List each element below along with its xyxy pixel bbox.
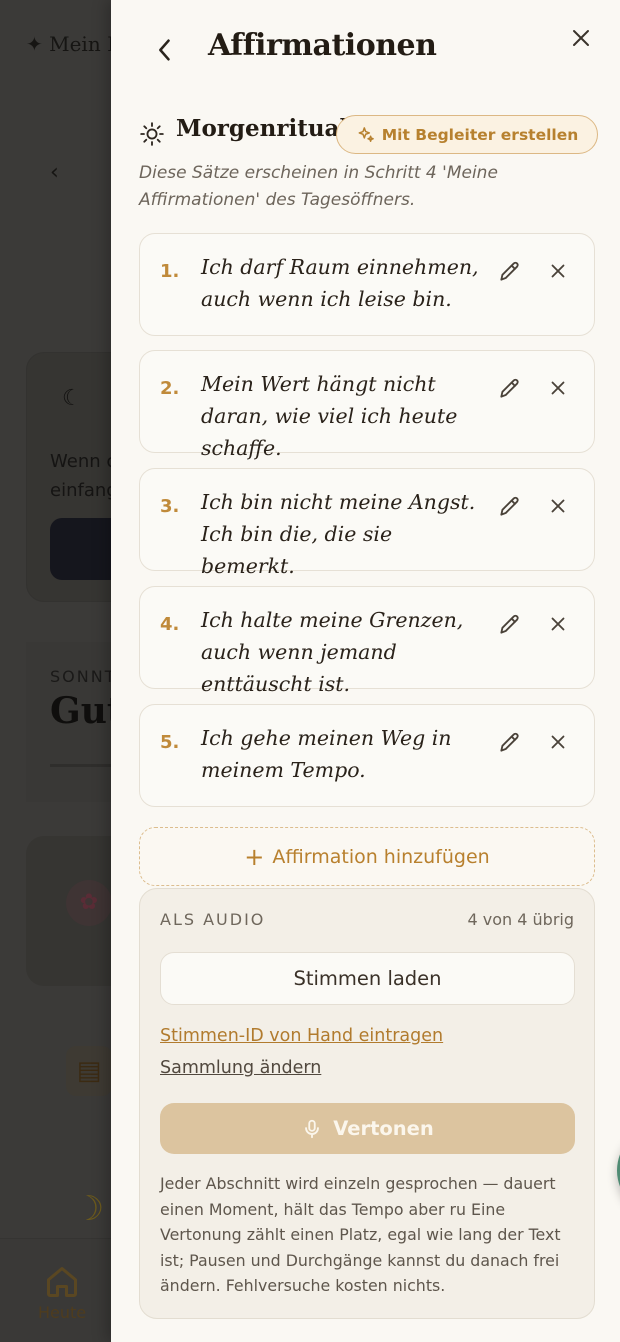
plus-icon: + <box>244 842 265 871</box>
add-affirmation-button[interactable]: + Affirmation hinzufügen <box>139 827 595 886</box>
create-with-companion-button[interactable]: Mit Begleiter erstellen <box>336 115 598 154</box>
delete-x-icon[interactable] <box>547 260 569 282</box>
audio-label: ALS AUDIO <box>160 910 266 929</box>
moon-icon: ☾ <box>62 386 82 411</box>
affirmation-card: 5. Ich gehe meinen Weg in meinem Tempo. <box>139 704 595 807</box>
affirmation-text: Ich darf Raum einnehmen, auch wenn ich l… <box>201 255 479 311</box>
affirmation-number: 2. <box>160 378 180 399</box>
affirmation-card: 3. Ich bin nicht meine Angst. Ich bin di… <box>139 468 595 578</box>
app-header-title: ✦ Mein I <box>26 32 115 56</box>
affirmation-text: Ich bin nicht meine Angst. Ich bin die, … <box>201 490 476 578</box>
moon-icon: ☽ <box>73 1189 105 1229</box>
background-card-text: Wenn c einfang <box>50 451 118 501</box>
background-back-icon: ‹ <box>50 160 59 185</box>
audio-card: ALS AUDIO 4 von 4 übrig Stimmen laden St… <box>139 888 595 1319</box>
affirmations-sheet: Affirmationen Morgenritual Mit Begleiter… <box>111 0 620 1342</box>
voice-button-label: Vertonen <box>333 1117 434 1140</box>
close-icon[interactable] <box>569 26 593 50</box>
affirmation-number: 5. <box>160 732 180 753</box>
pencil-icon[interactable] <box>497 729 523 755</box>
companion-button-label: Mit Begleiter erstellen <box>381 125 579 144</box>
delete-x-icon[interactable] <box>547 495 569 517</box>
delete-x-icon[interactable] <box>547 731 569 753</box>
add-affirmation-label: Affirmation hinzufügen <box>272 845 490 868</box>
affirmation-text: Mein Wert hängt nicht daran, wie viel ic… <box>201 372 458 460</box>
affirmation-number: 1. <box>160 261 180 282</box>
affirmation-text: Ich halte meine Grenzen, auch wenn jeman… <box>201 608 464 696</box>
clipboard-icon: ▤ <box>66 1046 112 1096</box>
nav-home-label: Heute <box>38 1303 87 1322</box>
delete-x-icon[interactable] <box>547 377 569 399</box>
flower-icon: ✿ <box>66 880 112 926</box>
sparkle-icon <box>358 126 374 142</box>
section-description: Diese Sätze erscheinen in Schritt 4 'Mei… <box>139 163 498 210</box>
affirmation-card: 2. Mein Wert hängt nicht daran, wie viel… <box>139 350 595 460</box>
page-title: Affirmationen <box>208 28 437 63</box>
pencil-icon[interactable] <box>497 375 523 401</box>
load-voices-button[interactable]: Stimmen laden <box>160 952 575 1005</box>
delete-x-icon[interactable] <box>547 613 569 635</box>
home-icon <box>47 1267 77 1297</box>
affirmation-number: 3. <box>160 496 180 517</box>
pencil-icon[interactable] <box>497 493 523 519</box>
pencil-icon[interactable] <box>497 611 523 637</box>
back-chevron-icon[interactable] <box>151 36 179 64</box>
affirmation-card: 4. Ich halte meine Grenzen, auch wenn je… <box>139 586 595 696</box>
sun-icon <box>140 122 164 146</box>
voice-button[interactable]: Vertonen <box>160 1103 575 1154</box>
change-collection-link[interactable]: Sammlung ändern <box>160 1058 321 1078</box>
affirmation-text: Ich gehe meinen Weg in meinem Tempo. <box>201 726 452 782</box>
affirmation-card: 1. Ich darf Raum einnehmen, auch wenn ic… <box>139 233 595 336</box>
audio-note: Jeder Abschnitt wird einzeln gesprochen … <box>160 1174 561 1295</box>
manual-voice-id-link[interactable]: Stimmen-ID von Hand eintragen <box>160 1026 443 1046</box>
microphone-icon <box>305 1119 320 1138</box>
section-title: Morgenritual <box>176 115 349 142</box>
affirmation-number: 4. <box>160 614 180 635</box>
audio-remaining-count: 4 von 4 übrig <box>467 910 575 929</box>
background-day-label: SONNT <box>50 667 117 686</box>
pencil-icon[interactable] <box>497 258 523 284</box>
